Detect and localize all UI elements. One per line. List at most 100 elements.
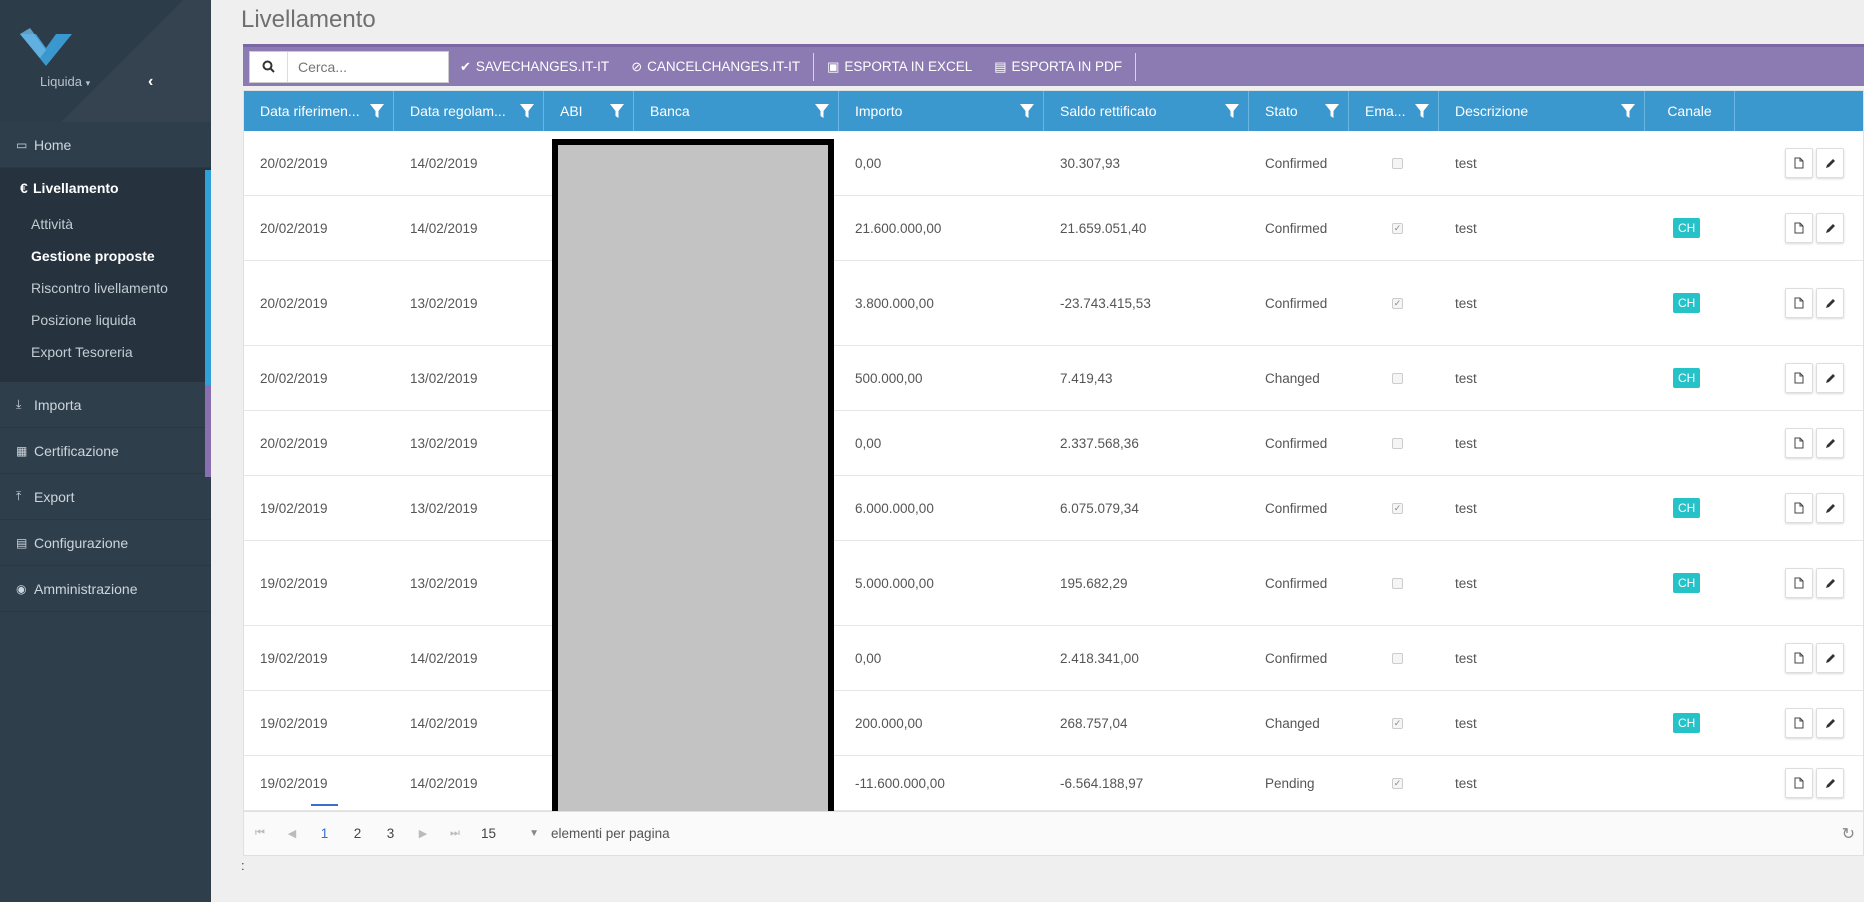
nav-label: Importa [34, 396, 82, 413]
nav-item-importa[interactable]: ⤓ Importa [0, 382, 211, 428]
column-header-importo[interactable]: Importo [839, 91, 1044, 131]
page-button-1[interactable]: 1 [308, 804, 341, 841]
email-checkbox[interactable]: ✓ [1392, 222, 1403, 234]
view-document-button[interactable] [1785, 363, 1813, 393]
nav-item-livellamento[interactable]: € Livellamento [0, 168, 211, 208]
nav-subitem-attivita[interactable]: Attività [0, 208, 211, 240]
brand-label: Liquida [40, 74, 82, 89]
nav-subitem-export-tesoreria[interactable]: Export Tesoreria [0, 336, 211, 368]
table-row[interactable]: 20/02/2019 13/02/2019 500.000,00 7.419,43 Ch… [244, 346, 1863, 411]
last-page-icon[interactable]: ⏭ [439, 827, 471, 840]
edit-button[interactable] [1816, 493, 1844, 523]
cancel-changes-button[interactable]: ⊘ CANCELCHANGES.IT-IT [620, 47, 811, 86]
column-header-abi[interactable]: ABI [544, 91, 634, 131]
filter-icon[interactable] [1415, 104, 1429, 118]
email-checkbox[interactable] [1392, 437, 1403, 449]
filter-icon[interactable] [1020, 104, 1034, 118]
column-header-data-riferimento[interactable]: Data riferimen... [244, 91, 394, 131]
nav-item-amministrazione[interactable]: ◉ Amministrazione [0, 566, 211, 612]
cell-data-riferimento: 20/02/2019 [244, 346, 394, 410]
column-header-saldo-rettificato[interactable]: Saldo rettificato [1044, 91, 1249, 131]
table-row[interactable]: 19/02/2019 14/02/2019 200.000,00 268.757,04… [244, 691, 1863, 756]
edit-button[interactable] [1816, 643, 1844, 673]
channel-badge: CH [1673, 368, 1701, 388]
sidebar: Liquida ▾ ‹ ▭ Home € Livellamento Attivi… [0, 0, 211, 902]
edit-button[interactable] [1816, 428, 1844, 458]
export-excel-button[interactable]: ▣ ESPORTA IN EXCEL [816, 47, 983, 86]
collapse-sidebar-icon[interactable]: ‹ [148, 73, 153, 91]
table-row[interactable]: 20/02/2019 14/02/2019 21.600.000,00 21.659.… [244, 196, 1863, 261]
view-document-button[interactable] [1785, 148, 1813, 178]
email-checkbox[interactable]: ✓ [1392, 502, 1403, 514]
filter-icon[interactable] [1325, 104, 1339, 118]
email-checkbox[interactable] [1392, 652, 1403, 664]
view-document-button[interactable] [1785, 643, 1813, 673]
edit-button[interactable] [1816, 768, 1844, 798]
cancel-changes-label: CANCELCHANGES.IT-IT [647, 59, 801, 74]
nav-subitem-gestione-proposte[interactable]: Gestione proposte [0, 240, 211, 272]
nav-item-export[interactable]: ⤒ Export [0, 474, 211, 520]
edit-button[interactable] [1816, 363, 1844, 393]
table-row[interactable]: 20/02/2019 13/02/2019 3.800.000,00 -23.743.… [244, 261, 1863, 346]
cell-canale: CH [1645, 346, 1735, 410]
column-header-descrizione[interactable]: Descrizione [1439, 91, 1645, 131]
column-header-data-regolamento[interactable]: Data regolam... [394, 91, 544, 131]
table-row[interactable]: 19/02/2019 13/02/2019 6.000.000,00 6.075.07… [244, 476, 1863, 541]
email-checkbox[interactable] [1392, 577, 1403, 589]
save-changes-button[interactable]: ✔ SAVECHANGES.IT-IT [449, 47, 620, 86]
filter-icon[interactable] [815, 104, 829, 118]
cell-importo: 500.000,00 [839, 346, 1044, 410]
column-header-canale[interactable]: Canale [1645, 91, 1735, 131]
edit-button[interactable] [1816, 568, 1844, 598]
email-checkbox[interactable]: ✓ [1392, 297, 1403, 309]
brand-menu[interactable]: Liquida ▾ [40, 74, 90, 89]
file-icon [1794, 157, 1804, 169]
nav-subitem-riscontro-livellamento[interactable]: Riscontro livellamento [0, 272, 211, 304]
filter-icon[interactable] [610, 104, 624, 118]
cell-descrizione-value: test [1455, 435, 1477, 451]
refresh-icon[interactable]: ↻ [1842, 824, 1855, 844]
view-document-button[interactable] [1785, 708, 1813, 738]
first-page-icon[interactable]: ⏮ [244, 827, 276, 840]
nav-item-home[interactable]: ▭ Home [0, 122, 211, 168]
table-row[interactable]: 19/02/2019 14/02/2019 -11.600.000,00 -6.564… [244, 756, 1863, 811]
filter-icon[interactable] [520, 104, 534, 118]
edit-button[interactable] [1816, 708, 1844, 738]
view-document-button[interactable] [1785, 568, 1813, 598]
nav-subitem-posizione-liquida[interactable]: Posizione liquida [0, 304, 211, 336]
email-checkbox[interactable]: ✓ [1392, 717, 1403, 729]
view-document-button[interactable] [1785, 493, 1813, 523]
channel-badge: CH [1673, 293, 1701, 313]
next-page-icon[interactable]: ▶ [407, 827, 439, 840]
filter-icon[interactable] [1225, 104, 1239, 118]
prev-page-icon[interactable]: ◀ [276, 827, 308, 840]
cell-descrizione-value: test [1455, 575, 1477, 591]
export-pdf-button[interactable]: ▤ ESPORTA IN PDF [983, 47, 1133, 86]
nav-item-certificazione[interactable]: ▦ Certificazione [0, 428, 211, 474]
edit-button[interactable] [1816, 148, 1844, 178]
edit-button[interactable] [1816, 288, 1844, 318]
edit-button[interactable] [1816, 213, 1844, 243]
nav-item-configurazione[interactable]: ▤ Configurazione [0, 520, 211, 566]
email-checkbox[interactable] [1392, 157, 1403, 169]
view-document-button[interactable] [1785, 768, 1813, 798]
page-button-2[interactable]: 2 [341, 826, 374, 841]
table-row[interactable]: 20/02/2019 13/02/2019 0,00 2.337.568,36 Conf… [244, 411, 1863, 476]
email-checkbox[interactable] [1392, 372, 1403, 384]
column-header-banca[interactable]: Banca [634, 91, 839, 131]
search-input[interactable] [288, 51, 438, 82]
view-document-button[interactable] [1785, 213, 1813, 243]
filter-icon[interactable] [1621, 104, 1635, 118]
page-button-3[interactable]: 3 [374, 826, 407, 841]
page-size-select[interactable]: 15 ▼ [481, 826, 539, 841]
column-header-email[interactable]: Ema... [1349, 91, 1439, 131]
view-document-button[interactable] [1785, 428, 1813, 458]
filter-icon[interactable] [370, 104, 384, 118]
table-row[interactable]: 20/02/2019 14/02/2019 0,00 30.307,93 Confirm… [244, 131, 1863, 196]
view-document-button[interactable] [1785, 288, 1813, 318]
table-row[interactable]: 19/02/2019 13/02/2019 5.000.000,00 195.682,… [244, 541, 1863, 626]
email-checkbox[interactable]: ✓ [1392, 777, 1403, 789]
table-row[interactable]: 19/02/2019 14/02/2019 0,00 2.418.341,00 Conf… [244, 626, 1863, 691]
column-header-stato[interactable]: Stato [1249, 91, 1349, 131]
search-icon[interactable] [250, 51, 288, 82]
